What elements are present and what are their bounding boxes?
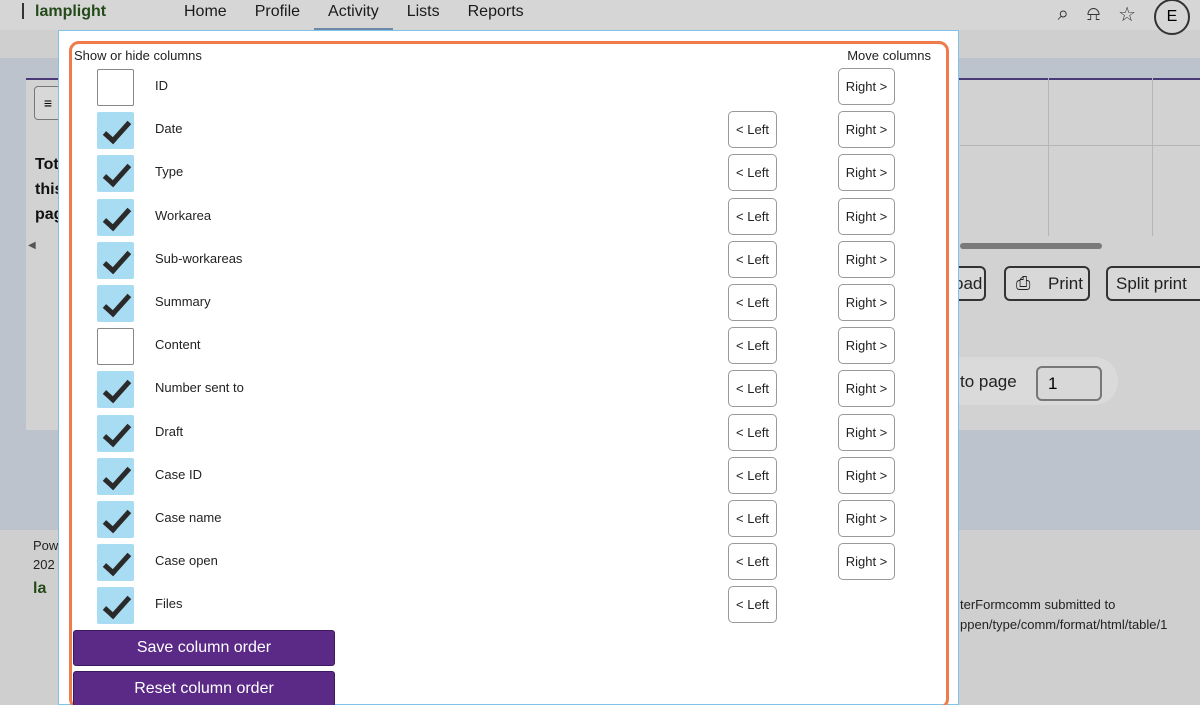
column-row: Content < Left Right > — [72, 326, 942, 366]
move-right-button[interactable]: Right > — [838, 327, 895, 365]
move-right-button[interactable]: Right > — [838, 111, 895, 149]
column-visibility-checkbox[interactable] — [97, 501, 134, 538]
summary-text-line: Tot — [35, 156, 59, 173]
move-right-button[interactable]: Right > — [838, 543, 895, 581]
column-row: Case name < Left Right > — [72, 499, 942, 539]
footer-powered: Pow — [33, 538, 59, 553]
column-row: Number sent to < Left Right > — [72, 369, 942, 409]
footer-message: terFormcomm submitted to — [960, 597, 1116, 612]
column-name-label: Type — [155, 164, 184, 180]
column-visibility-checkbox[interactable] — [97, 285, 134, 322]
scroll-left-arrow-icon[interactable]: ◀ — [28, 240, 58, 252]
move-left-button[interactable]: < Left — [728, 456, 777, 494]
move-right-button[interactable]: Right > — [838, 154, 895, 192]
move-left-button[interactable]: < Left — [728, 111, 777, 149]
move-columns-heading: Move columns — [847, 48, 931, 63]
column-row: Type < Left Right > — [72, 153, 942, 193]
column-name-label: Date — [155, 121, 183, 137]
move-right-button[interactable]: Right > — [838, 370, 895, 408]
footer-logo: la — [33, 580, 47, 597]
move-left-button[interactable]: < Left — [728, 370, 777, 408]
column-row: Case ID < Left Right > — [72, 456, 942, 496]
footer-message: ppen/type/comm/format/html/table/1 — [960, 617, 1168, 632]
print-button[interactable]: ⎙ Print — [1004, 266, 1090, 301]
star-icon[interactable]: ☆ — [1118, 2, 1136, 27]
logo-mark-icon — [22, 3, 32, 19]
column-name-label: Draft — [155, 423, 184, 439]
move-left-button[interactable]: < Left — [728, 154, 777, 192]
column-row: Date < Left Right > — [72, 110, 942, 150]
column-name-label: Content — [155, 337, 201, 353]
column-row: Case open < Left Right > — [72, 542, 942, 582]
column-visibility-checkbox[interactable] — [97, 544, 134, 582]
column-row: ID Right > — [72, 67, 942, 107]
column-name-label: Case ID — [155, 466, 202, 482]
column-name-label: Sub-workareas — [155, 250, 243, 266]
search-icon[interactable]: ⌕ — [1058, 3, 1069, 26]
nav-activity[interactable]: Activity — [314, 2, 393, 30]
move-left-button[interactable]: < Left — [728, 284, 777, 321]
column-visibility-checkbox[interactable] — [97, 587, 134, 625]
save-column-order-button[interactable]: Save column order — [73, 630, 335, 666]
app-logo[interactable]: lamplight — [22, 3, 106, 21]
column-name-label: ID — [155, 78, 168, 93]
move-right-button[interactable]: Right > — [838, 68, 895, 105]
column-name-label: Summary — [155, 294, 211, 309]
page-number-input[interactable]: 1 — [1036, 366, 1102, 401]
column-settings-dialog: Show or hide columns Move columns ID Righ… — [58, 30, 959, 705]
nav-lists[interactable]: Lists — [393, 2, 454, 30]
top-icons: ⌕ ⍾ ☆ E — [1058, 0, 1190, 35]
show-hide-columns-heading: Show or hide columns — [74, 48, 202, 63]
move-left-button[interactable]: < Left — [728, 197, 777, 235]
move-left-button[interactable]: < Left — [728, 586, 777, 624]
column-visibility-checkbox[interactable] — [97, 69, 134, 106]
move-left-button[interactable]: < Left — [728, 500, 777, 537]
main-nav: Home Profile Activity Lists Reports — [170, 2, 538, 30]
column-visibility-checkbox[interactable] — [97, 457, 134, 495]
move-left-button[interactable]: < Left — [728, 413, 777, 451]
column-visibility-checkbox[interactable] — [97, 241, 134, 279]
top-nav-bar: lamplight Home Profile Activity Lists Re… — [0, 0, 1200, 35]
column-visibility-checkbox[interactable] — [97, 198, 134, 236]
move-right-button[interactable]: Right > — [838, 240, 895, 278]
reset-column-order-button[interactable]: Reset column order — [73, 671, 335, 705]
split-print-button[interactable]: Split print — [1106, 266, 1200, 301]
avatar[interactable]: E — [1154, 0, 1190, 35]
column-visibility-checkbox[interactable] — [97, 371, 134, 409]
column-name-label: Number sent to — [155, 380, 244, 396]
move-left-button[interactable]: < Left — [728, 543, 777, 581]
move-right-button[interactable]: Right > — [838, 197, 895, 235]
column-visibility-checkbox[interactable] — [97, 112, 134, 150]
notification-bell-icon[interactable]: ⍾ — [1087, 3, 1100, 26]
move-left-button[interactable]: < Left — [728, 327, 777, 365]
move-right-button[interactable]: Right > — [838, 456, 895, 494]
nav-reports[interactable]: Reports — [454, 2, 538, 30]
nav-profile[interactable]: Profile — [241, 2, 314, 30]
move-left-button[interactable]: < Left — [728, 240, 777, 278]
go-to-page-label: to page — [960, 372, 1017, 391]
horizontal-scrollbar[interactable] — [960, 243, 1102, 249]
move-right-button[interactable]: Right > — [838, 284, 895, 321]
column-row: Files < Left — [72, 585, 942, 625]
column-name-label: Case open — [155, 553, 218, 569]
column-row: Workarea < Left Right > — [72, 197, 942, 237]
column-row: Summary < Left Right > — [72, 283, 942, 323]
column-visibility-checkbox[interactable] — [97, 155, 134, 193]
footer-year: 202 — [33, 557, 55, 572]
column-row: Draft < Left Right > — [72, 413, 942, 453]
column-name-label: Files — [155, 596, 183, 612]
column-name-label: Workarea — [155, 207, 212, 223]
move-right-button[interactable]: Right > — [838, 413, 895, 451]
column-row: Sub-workareas < Left Right > — [72, 240, 942, 280]
column-settings-panel: Show or hide columns Move columns ID Righ… — [69, 41, 949, 705]
column-visibility-checkbox[interactable] — [97, 328, 134, 366]
printer-icon: ⎙ — [1016, 273, 1031, 293]
move-right-button[interactable]: Right > — [838, 500, 895, 537]
nav-home[interactable]: Home — [170, 2, 241, 30]
column-name-label: Case name — [155, 510, 222, 525]
column-visibility-checkbox[interactable] — [97, 414, 134, 452]
